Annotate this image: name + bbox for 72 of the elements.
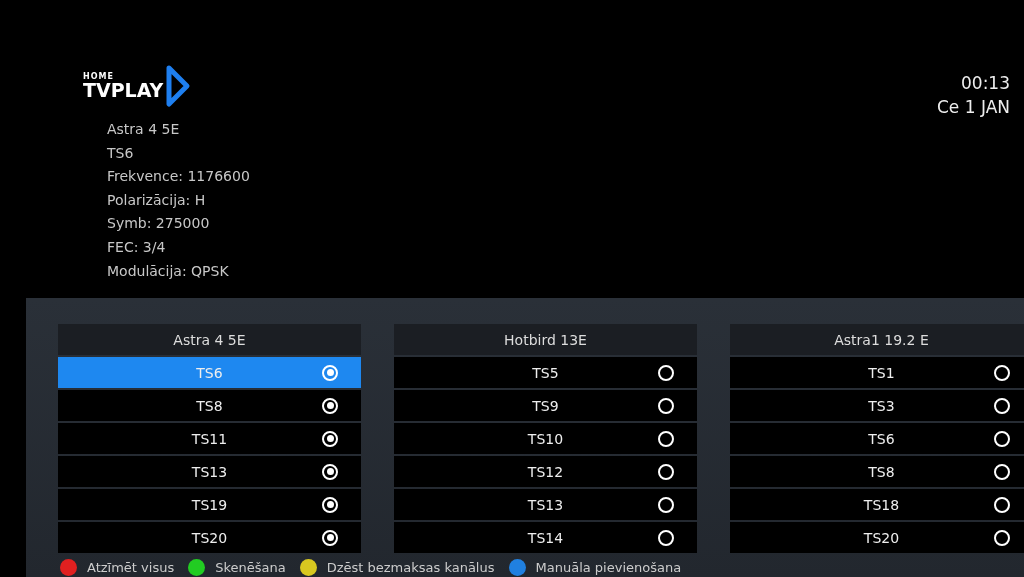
satellite-header: Astra 4 5E xyxy=(58,324,361,355)
info-line: Symb: 275000 xyxy=(107,214,211,234)
satellite-header: Astra1 19.2 E xyxy=(730,324,1024,355)
transponder-label: TS13 xyxy=(191,463,228,480)
clock-time: 00:13 xyxy=(961,73,1010,93)
transponder-label: TS6 xyxy=(868,430,895,447)
transponder-label: TS18 xyxy=(863,496,900,513)
radio-button[interactable] xyxy=(994,496,1010,513)
radio-button[interactable] xyxy=(994,397,1010,414)
transponder-row[interactable]: TS9 xyxy=(394,390,697,421)
transponder-label: TS8 xyxy=(196,397,223,414)
radio-button[interactable] xyxy=(658,364,674,381)
transponder-row[interactable]: TS6 xyxy=(730,423,1024,454)
transponder-label: TS11 xyxy=(191,430,228,447)
transponder-label: TS20 xyxy=(191,529,228,546)
transponder-label: TS1 xyxy=(868,364,895,381)
radio-button[interactable] xyxy=(658,463,674,480)
transponder-label: TS10 xyxy=(527,430,564,447)
transponder-label: TS5 xyxy=(532,364,559,381)
radio-button[interactable] xyxy=(994,364,1010,381)
legend-label: Atzīmēt visus xyxy=(87,559,175,575)
radio-button[interactable] xyxy=(322,496,338,513)
transponder-label: TS9 xyxy=(532,397,559,414)
radio-button[interactable] xyxy=(322,430,338,447)
info-line: Polarizācija: H xyxy=(107,190,207,210)
transponder-row[interactable]: TS8 xyxy=(58,390,361,421)
transponder-row[interactable]: TS20 xyxy=(730,522,1024,553)
clock-date: Ce 1 JAN xyxy=(937,97,1010,117)
radio-button[interactable] xyxy=(658,496,674,513)
transponder-row[interactable]: TS3 xyxy=(730,390,1024,421)
transponder-row[interactable]: TS5 xyxy=(394,357,697,388)
radio-button[interactable] xyxy=(322,397,338,414)
transponder-label: TS6 xyxy=(196,364,223,381)
transponder-row[interactable]: TS11 xyxy=(58,423,361,454)
info-line: Modulācija: QPSK xyxy=(107,261,230,281)
transponder-label: TS13 xyxy=(527,496,564,513)
radio-button[interactable] xyxy=(658,529,674,546)
transponder-row[interactable]: TS20 xyxy=(58,522,361,553)
radio-button[interactable] xyxy=(322,364,338,381)
transponder-row[interactable]: TS1 xyxy=(730,357,1024,388)
radio-button[interactable] xyxy=(658,430,674,447)
transponder-label: TS20 xyxy=(863,529,900,546)
transponder-label: TS19 xyxy=(191,496,228,513)
logo-text: TVPLAY xyxy=(83,80,164,100)
play-icon xyxy=(165,64,192,108)
transponder-row[interactable]: TS10 xyxy=(394,423,697,454)
logo-small-text: HOME xyxy=(83,72,115,81)
legend-label: Dzēst bezmaksas kanālus xyxy=(326,559,495,575)
transponder-row[interactable]: TS13 xyxy=(394,489,697,520)
transponder-label: TS12 xyxy=(527,463,564,480)
transponder-row[interactable]: TS19 xyxy=(58,489,361,520)
radio-button[interactable] xyxy=(322,529,338,546)
radio-button[interactable] xyxy=(658,397,674,414)
radio-button[interactable] xyxy=(994,529,1010,546)
satellite-header: Hotbird 13E xyxy=(394,324,697,355)
transponder-label: TS3 xyxy=(868,397,895,414)
info-line: FEC: 3/4 xyxy=(107,237,167,257)
transponder-label: TS14 xyxy=(527,529,564,546)
radio-button[interactable] xyxy=(994,463,1010,480)
transponder-row[interactable]: TS18 xyxy=(730,489,1024,520)
info-line: TS6 xyxy=(107,143,135,163)
transponder-label: TS8 xyxy=(868,463,895,480)
radio-button[interactable] xyxy=(322,463,338,480)
info-line: Frekvence: 1176600 xyxy=(107,167,250,187)
transponder-row[interactable]: TS8 xyxy=(730,456,1024,487)
info-line: Astra 4 5E xyxy=(107,120,181,139)
legend-label: Skenēšana xyxy=(215,559,286,575)
transponder-row[interactable]: TS12 xyxy=(394,456,697,487)
transponder-row[interactable]: TS14 xyxy=(394,522,697,553)
transponder-row[interactable]: TS13 xyxy=(58,456,361,487)
legend-label: Manuāla pievienošana xyxy=(535,559,682,575)
radio-button[interactable] xyxy=(994,430,1010,447)
